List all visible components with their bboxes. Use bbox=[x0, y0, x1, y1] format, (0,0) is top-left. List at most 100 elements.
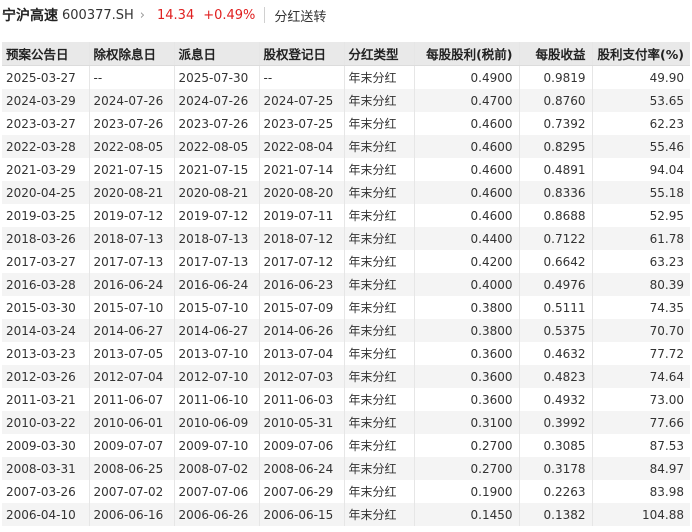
dps-cell: 0.4000 bbox=[414, 273, 520, 296]
eps-cell: 0.8688 bbox=[519, 204, 593, 227]
dividend-type-cell: 年末分红 bbox=[344, 112, 415, 135]
table-row[interactable]: 2008-03-31 2008-06-25 2008-07-02 2008-06-24… bbox=[2, 457, 690, 480]
announce-date-header[interactable]: 预案公告日 bbox=[2, 42, 90, 66]
ex-date-cell: 2021-07-15 bbox=[89, 158, 175, 181]
pay-date-cell: 2018-07-13 bbox=[174, 227, 260, 250]
pay-date-cell: 2025-07-30 bbox=[174, 65, 260, 89]
eps-cell: 0.8336 bbox=[519, 181, 593, 204]
pay-date-cell: 2016-06-24 bbox=[174, 273, 260, 296]
announce-date-cell: 2023-03-27 bbox=[2, 112, 90, 135]
pay-date-cell: 2022-08-05 bbox=[174, 135, 260, 158]
table-row[interactable]: 2020-04-25 2020-08-21 2020-08-21 2020-08-20… bbox=[2, 181, 690, 204]
record-date-cell: 2010-05-31 bbox=[259, 411, 345, 434]
eps-cell: 0.7392 bbox=[519, 112, 593, 135]
record-date-cell: 2016-06-23 bbox=[259, 273, 345, 296]
dividend-type-cell: 年末分红 bbox=[344, 65, 415, 89]
announce-date-cell: 2007-03-26 bbox=[2, 480, 90, 503]
table-row[interactable]: 2024-03-29 2024-07-26 2024-07-26 2024-07-25… bbox=[2, 89, 690, 112]
dividend-type-cell: 年末分红 bbox=[344, 158, 415, 181]
eps-cell: 0.3178 bbox=[519, 457, 593, 480]
payout-ratio-cell: 104.88 bbox=[592, 503, 690, 526]
pay-date-cell: 2023-07-26 bbox=[174, 112, 260, 135]
announce-date-cell: 2015-03-30 bbox=[2, 296, 90, 319]
announce-date-cell: 2020-04-25 bbox=[2, 181, 90, 204]
payout-ratio-cell: 55.18 bbox=[592, 181, 690, 204]
dps-cell: 0.1450 bbox=[414, 503, 520, 526]
dps-cell: 0.3600 bbox=[414, 388, 520, 411]
dps-cell: 0.4700 bbox=[414, 89, 520, 112]
payout-ratio-cell: 49.90 bbox=[649, 70, 684, 85]
pay-date-cell: 2009-07-10 bbox=[174, 434, 260, 457]
eps-cell: 0.8760 bbox=[519, 89, 593, 112]
table-row[interactable]: 2013-03-23 2013-07-05 2013-07-10 2013-07-04… bbox=[2, 342, 690, 365]
table-row[interactable]: 2023-03-27 2023-07-26 2023-07-26 2023-07-25… bbox=[2, 112, 690, 135]
table-row[interactable]: 2010-03-22 2010-06-01 2010-06-09 2010-05-31… bbox=[2, 411, 690, 434]
dps-cell: 0.1900 bbox=[414, 480, 520, 503]
dividend-type-header[interactable]: 分红类型 bbox=[344, 42, 415, 66]
table-row[interactable]: 2014-03-24 2014-06-27 2014-06-27 2014-06-26… bbox=[2, 319, 690, 342]
announce-date-cell: 2016-03-28 bbox=[2, 273, 90, 296]
dividend-type-cell: 年末分红 bbox=[344, 296, 415, 319]
record-date-cell: 2009-07-06 bbox=[259, 434, 345, 457]
announce-date-cell: 2019-03-25 bbox=[2, 204, 90, 227]
ex-date-cell: 2024-07-26 bbox=[89, 89, 175, 112]
dps-cell: 0.3600 bbox=[414, 342, 520, 365]
table-row[interactable]: 2009-03-30 2009-07-07 2009-07-10 2009-07-06… bbox=[2, 434, 690, 457]
table-row[interactable]: 2017-03-27 2017-07-13 2017-07-13 2017-07-12… bbox=[2, 250, 690, 273]
ex-date-header[interactable]: 除权除息日 bbox=[89, 42, 175, 66]
table-row[interactable]: 2018-03-26 2018-07-13 2018-07-13 2018-07-12… bbox=[2, 227, 690, 250]
ex-date-cell: 2022-08-05 bbox=[89, 135, 175, 158]
dps-cell: 0.4600 bbox=[414, 181, 520, 204]
pay-date-cell: 2013-07-10 bbox=[174, 342, 260, 365]
eps-cell: 0.8295 bbox=[519, 135, 593, 158]
table-row[interactable]: 2021-03-29 2021-07-15 2021-07-15 2021-07-14… bbox=[2, 158, 690, 181]
ex-date-cell: 2020-08-21 bbox=[89, 181, 175, 204]
dividend-type-cell: 年末分红 bbox=[344, 319, 415, 342]
record-date-cell: 2008-06-24 bbox=[259, 457, 345, 480]
chevron-right-icon[interactable]: › bbox=[140, 8, 145, 23]
announce-date-cell: 2010-03-22 bbox=[2, 411, 90, 434]
table-row[interactable]: 2006-04-10 2006-06-16 2006-06-26 2006-06-15… bbox=[2, 503, 690, 526]
eps-cell: 0.5111 bbox=[519, 296, 593, 319]
table-row[interactable]: 2015-03-30 2015-07-10 2015-07-10 2015-07-09… bbox=[2, 296, 690, 319]
payout-ratio-cell: 77.72 bbox=[649, 346, 684, 361]
dividend-type-cell: 年末分红 bbox=[344, 365, 415, 388]
eps-cell: 0.4891 bbox=[519, 158, 593, 181]
payout-ratio-cell: 74.35 bbox=[649, 300, 684, 315]
dps-cell: 0.4200 bbox=[414, 250, 520, 273]
eps-header[interactable]: 每股收益 bbox=[519, 42, 593, 66]
dps-cell: 0.3600 bbox=[414, 365, 520, 388]
payout-ratio-cell: 80.39 bbox=[592, 273, 690, 296]
dividend-type-cell: 年末分红 bbox=[344, 250, 415, 273]
payout-ratio-cell: 87.53 bbox=[649, 438, 684, 453]
dps-cell: 0.4600 bbox=[414, 204, 520, 227]
dps-cell: 0.2700 bbox=[414, 457, 520, 480]
payout-ratio-header[interactable]: 股利支付率(%) bbox=[592, 42, 690, 66]
record-date-cell: 2011-06-03 bbox=[259, 388, 345, 411]
eps-cell: 0.5375 bbox=[519, 319, 593, 342]
pay-date-cell: 2010-06-09 bbox=[174, 411, 260, 434]
table-row[interactable]: 2007-03-26 2007-07-02 2007-07-06 2007-06-29… bbox=[2, 480, 690, 503]
pay-date-cell: 2011-06-10 bbox=[174, 388, 260, 411]
table-row[interactable]: 2025-03-27 -- 2025-07-30 -- 年末分红 0.4900 0.9819… bbox=[2, 65, 690, 89]
dps-cell: 0.2700 bbox=[414, 434, 520, 457]
dividend-type-cell: 年末分红 bbox=[344, 503, 415, 526]
table-row[interactable]: 2022-03-28 2022-08-05 2022-08-05 2022-08-04… bbox=[2, 135, 690, 158]
stock-code[interactable]: 600377.SH bbox=[62, 8, 134, 23]
announce-date-cell: 2009-03-30 bbox=[2, 434, 90, 457]
pay-date-cell: 2017-07-13 bbox=[174, 250, 260, 273]
announce-date-cell: 2011-03-21 bbox=[2, 388, 90, 411]
record-date-header[interactable]: 股权登记日 bbox=[259, 42, 345, 66]
dps-header[interactable]: 每股股利(税前) bbox=[414, 42, 520, 66]
table-row[interactable]: 2011-03-21 2011-06-07 2011-06-10 2011-06-03… bbox=[2, 388, 690, 411]
stock-name[interactable]: 宁沪高速 bbox=[2, 5, 58, 25]
table-row[interactable]: 2016-03-28 2016-06-24 2016-06-24 2016-06-23… bbox=[2, 273, 690, 296]
table-row[interactable]: 2012-03-26 2012-07-04 2012-07-10 2012-07-03… bbox=[2, 365, 690, 388]
pay-date-cell: 2020-08-21 bbox=[174, 181, 260, 204]
table-row[interactable]: 2019-03-25 2019-07-12 2019-07-12 2019-07-11… bbox=[2, 204, 690, 227]
pay-date-header[interactable]: 派息日 bbox=[174, 42, 260, 66]
pay-date-cell: 2021-07-15 bbox=[174, 158, 260, 181]
payout-ratio-cell: 63.23 bbox=[649, 254, 684, 269]
section-title: 分红送转 bbox=[274, 9, 327, 25]
announce-date-cell: 2013-03-23 bbox=[2, 342, 90, 365]
